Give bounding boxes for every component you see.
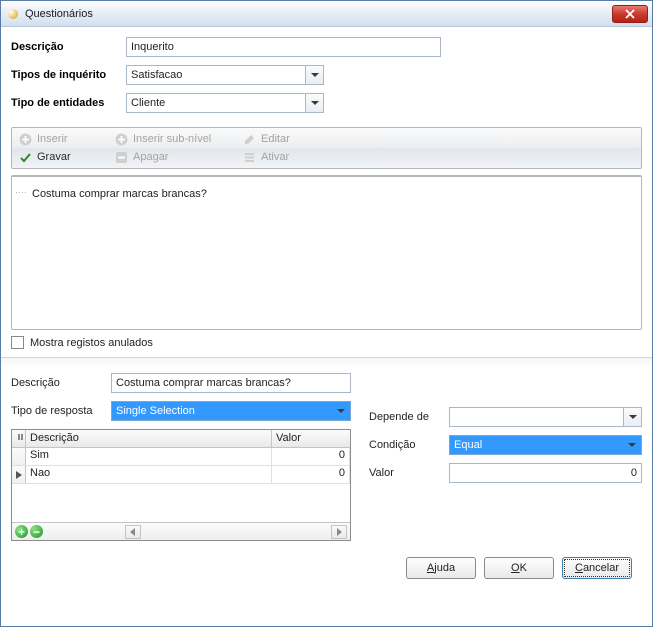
tipo-resposta-label: Tipo de resposta <box>11 405 103 417</box>
apagar-button[interactable]: Apagar <box>114 150 242 164</box>
editar-button[interactable]: Editar <box>242 132 360 146</box>
add-row-button[interactable]: + <box>15 525 28 538</box>
cancelar-button[interactable]: Cancelar <box>562 557 632 579</box>
condicao-select[interactable]: Equal <box>449 435 642 455</box>
close-button[interactable] <box>612 5 648 23</box>
tipos-inquerito-label: Tipos de inquérito <box>11 69 126 81</box>
questions-tree[interactable]: Costuma comprar marcas brancas? <box>11 175 642 330</box>
close-icon <box>625 9 635 19</box>
chevron-down-icon[interactable] <box>623 436 641 454</box>
chevron-down-icon[interactable] <box>305 94 323 112</box>
section-divider <box>1 357 652 367</box>
minus-square-icon <box>114 150 128 164</box>
plus-circle-icon <box>18 132 32 146</box>
table-row[interactable]: Sim 0 <box>12 448 350 466</box>
mostra-anulados-label: Mostra registos anulados <box>30 337 153 349</box>
grid-col-valor[interactable]: Valor <box>272 430 350 447</box>
ativar-button[interactable]: Ativar <box>242 150 360 164</box>
grid-rowheader-handle[interactable] <box>12 430 26 447</box>
inserir-subnivel-label: Inserir sub-nível <box>133 133 211 145</box>
tipos-inquerito-value[interactable] <box>126 65 324 85</box>
chevron-down-icon[interactable] <box>623 408 641 426</box>
valor-input[interactable] <box>449 463 642 483</box>
tipo-entidades-label: Tipo de entidades <box>11 97 126 109</box>
list-icon <box>242 150 256 164</box>
descricao-label: Descrição <box>11 41 126 53</box>
gravar-button[interactable]: Gravar <box>18 150 114 164</box>
editar-label: Editar <box>261 133 290 145</box>
scroll-right-icon[interactable] <box>331 525 347 539</box>
chevron-down-icon[interactable] <box>332 402 350 420</box>
pencil-icon <box>242 132 256 146</box>
row-indicator-current <box>12 466 26 483</box>
inserir-subnivel-button[interactable]: Inserir sub-nível <box>114 132 242 146</box>
descricao-input[interactable] <box>126 37 441 57</box>
tree-item[interactable]: Costuma comprar marcas brancas? <box>16 185 637 203</box>
chevron-down-icon[interactable] <box>305 66 323 84</box>
tipo-entidades-select[interactable] <box>126 93 324 113</box>
valor-label: Valor <box>369 467 441 479</box>
tipo-resposta-select[interactable]: Single Selection <box>111 401 351 421</box>
remove-row-button[interactable]: − <box>30 525 43 538</box>
mostra-anulados-checkbox[interactable] <box>11 336 24 349</box>
detail-descricao-input[interactable] <box>111 373 351 393</box>
inserir-label: Inserir <box>37 133 68 145</box>
depende-de-value[interactable] <box>449 407 642 427</box>
title-bar: Questionários <box>1 1 652 27</box>
depende-de-select[interactable] <box>449 407 642 427</box>
app-icon <box>5 6 21 22</box>
cell-valor[interactable]: 0 <box>272 448 350 465</box>
table-row[interactable]: Nao 0 <box>12 466 350 484</box>
apagar-label: Apagar <box>133 151 168 163</box>
tipos-inquerito-select[interactable] <box>126 65 324 85</box>
answers-grid[interactable]: Descrição Valor Sim 0 Nao 0 <box>11 429 351 541</box>
tipo-resposta-value[interactable]: Single Selection <box>111 401 351 421</box>
condicao-value[interactable]: Equal <box>449 435 642 455</box>
gravar-label: Gravar <box>37 151 71 163</box>
ajuda-button[interactable]: Ajuda <box>406 557 476 579</box>
detail-descricao-label: Descrição <box>11 377 103 389</box>
row-indicator <box>12 448 26 465</box>
plus-circle-icon <box>114 132 128 146</box>
grid-col-descricao[interactable]: Descrição <box>26 430 272 447</box>
ativar-label: Ativar <box>261 151 289 163</box>
cell-valor[interactable]: 0 <box>272 466 350 483</box>
horizontal-scrollbar[interactable] <box>125 525 347 539</box>
check-icon <box>18 150 32 164</box>
window-title: Questionários <box>25 8 93 20</box>
condicao-label: Condição <box>369 439 441 451</box>
tipo-entidades-value[interactable] <box>126 93 324 113</box>
cell-desc[interactable]: Sim <box>26 448 272 465</box>
scroll-left-icon[interactable] <box>125 525 141 539</box>
ok-button[interactable]: OK <box>484 557 554 579</box>
cell-desc[interactable]: Nao <box>26 466 272 483</box>
inserir-button[interactable]: Inserir <box>18 132 114 146</box>
depende-de-label: Depende de <box>369 411 441 423</box>
actions-toolbar: Inserir Inserir sub-nível Editar Gravar … <box>11 127 642 169</box>
